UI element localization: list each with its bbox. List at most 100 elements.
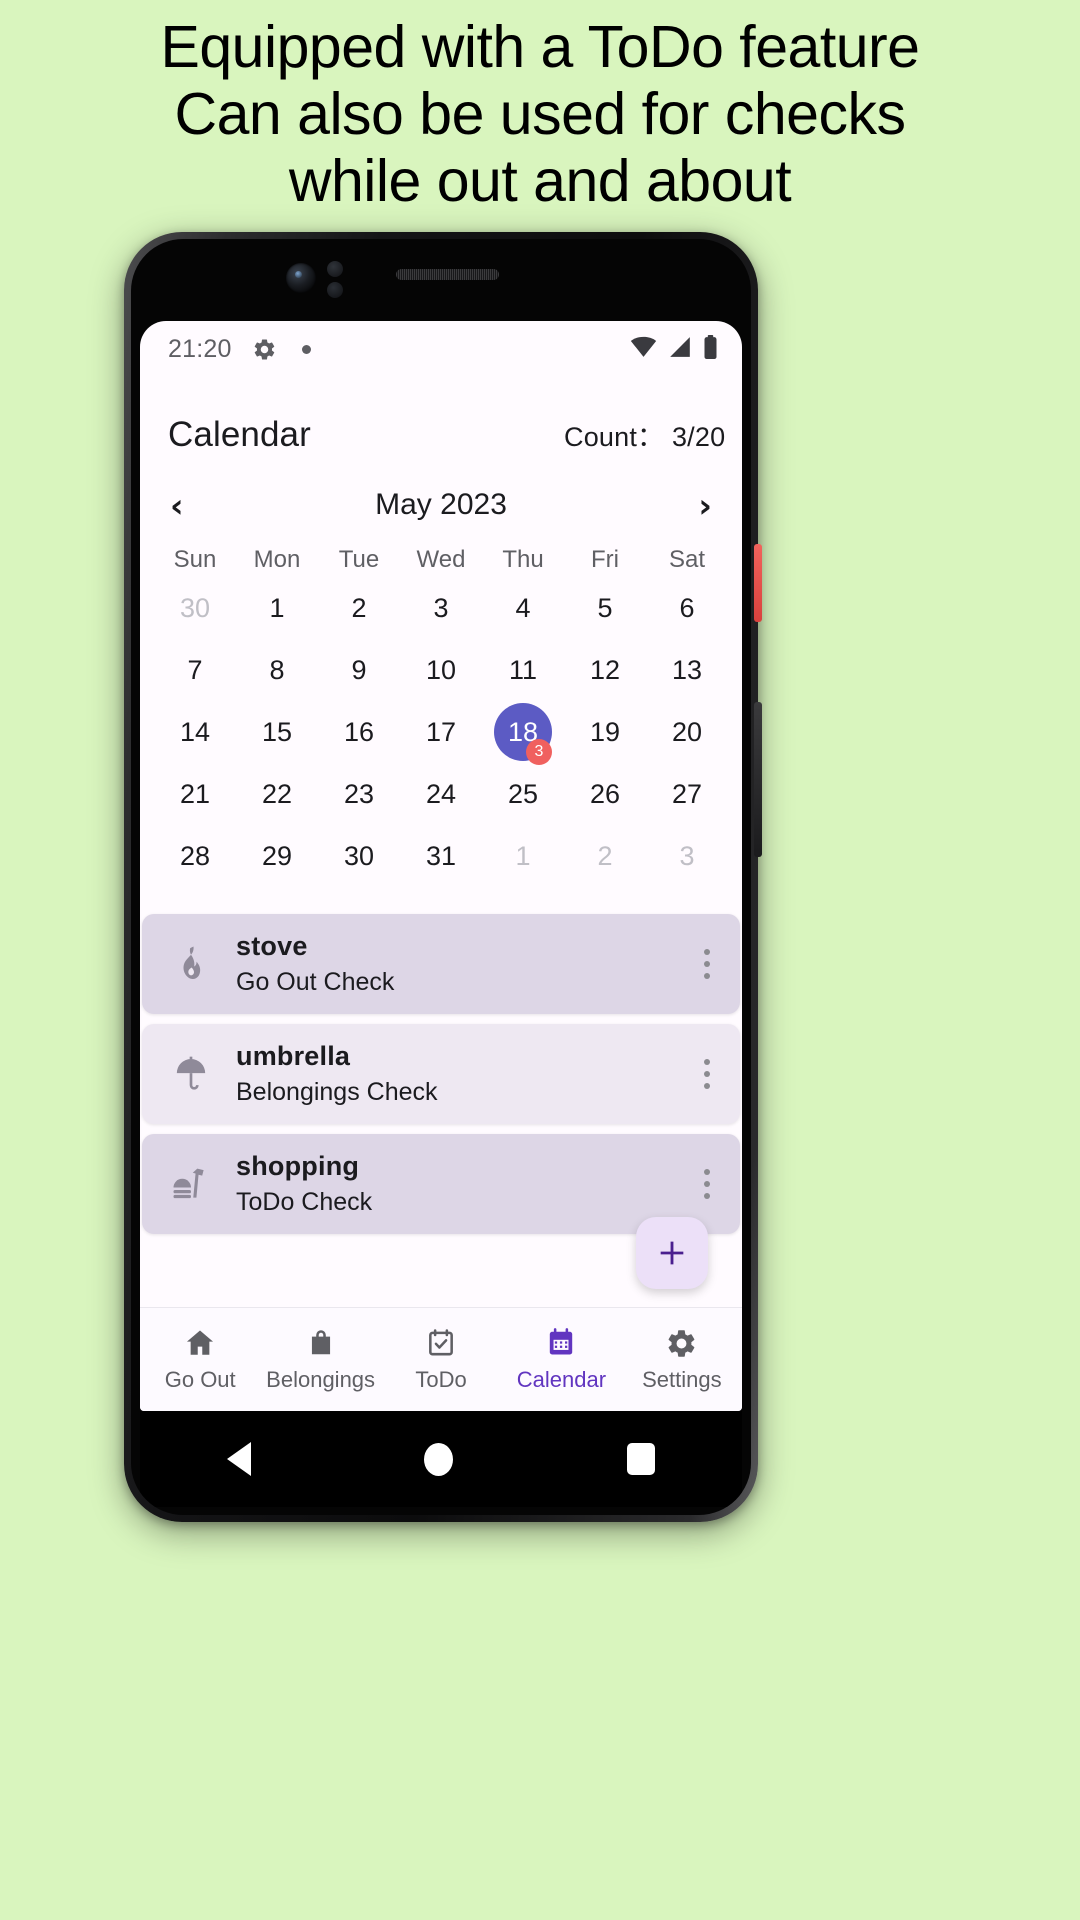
calendar-day-number: 8	[269, 654, 285, 685]
calendar-day-cell[interactable]: 2	[564, 828, 646, 884]
calendar-day-number: 29	[261, 840, 293, 871]
bottom-nav-item-todo[interactable]: ToDo	[381, 1326, 501, 1393]
bottom-navigation: Go Out Belongings ToDo Calendar Settings	[140, 1307, 742, 1411]
calendar-day-cell[interactable]: 20	[646, 704, 728, 760]
calendar-day-cell[interactable]: 14	[154, 704, 236, 760]
calendar-day-number: 5	[597, 592, 613, 623]
calendar-day-cell[interactable]: 8	[236, 642, 318, 698]
bag-icon	[305, 1326, 337, 1360]
calendar-day-cell[interactable]: 7	[154, 642, 236, 698]
calendar-day-number: 25	[507, 778, 539, 809]
home-icon	[183, 1326, 217, 1360]
calendar-day-number: 31	[425, 840, 457, 871]
calendar-day-cell[interactable]: 30	[318, 828, 400, 884]
promo-headline: Equipped with a ToDo feature Can also be…	[0, 14, 1080, 215]
calendar-day-number: 19	[589, 716, 621, 747]
calendar-day-cell[interactable]: 3	[400, 580, 482, 636]
event-text: umbrella Belongings Check	[222, 1041, 690, 1107]
calendar-day-cell[interactable]: 23	[318, 766, 400, 822]
calendar-day-cell[interactable]: 12	[564, 642, 646, 698]
weekday-header: Sun Mon Tue Wed Thu Fri Sat	[140, 546, 742, 574]
event-overflow-menu-icon[interactable]	[690, 1169, 724, 1199]
page-title: Calendar	[168, 415, 311, 454]
recents-square-icon[interactable]	[627, 1443, 656, 1475]
bottom-nav-item-calendar[interactable]: Calendar	[501, 1326, 621, 1393]
calendar-day-cell[interactable]: 4	[482, 580, 564, 636]
bottom-nav-label: Go Out	[164, 1367, 236, 1392]
calendar-day-cell[interactable]: 19	[564, 704, 646, 760]
weekday-label: Thu	[502, 546, 544, 573]
calendar-day-number: 13	[671, 654, 703, 685]
weekday-label: Tue	[338, 546, 380, 573]
calendar-day-cell[interactable]: 2	[318, 580, 400, 636]
prev-month-button[interactable]: ‹	[170, 489, 184, 522]
calendar-day-number: 4	[515, 592, 531, 623]
event-overflow-menu-icon[interactable]	[690, 1059, 724, 1089]
event-subtitle: Belongings Check	[236, 1078, 438, 1106]
day-event-count-badge: 3	[526, 739, 552, 765]
calendar-day-cell[interactable]: 26	[564, 766, 646, 822]
phone-frame: 21:20 Calendar Count： 3/20 ‹ May 2023 › …	[124, 232, 762, 1522]
calendar-day-cell[interactable]: 15	[236, 704, 318, 760]
event-card[interactable]: umbrella Belongings Check	[142, 1024, 740, 1124]
calendar-day-number: 1	[269, 592, 285, 623]
bottom-nav-label: Belongings	[266, 1367, 376, 1392]
event-subtitle: ToDo Check	[236, 1188, 373, 1216]
calendar-day-cell[interactable]: 21	[154, 766, 236, 822]
calendar-day-number: 7	[187, 654, 203, 685]
volume-button[interactable]	[754, 702, 762, 857]
calendar-day-cell[interactable]: 31	[400, 828, 482, 884]
calendar-day-cell[interactable]: 30	[154, 580, 236, 636]
calendar-day-cell[interactable]: 10	[400, 642, 482, 698]
headline-line-1: Equipped with a ToDo feature	[160, 14, 921, 80]
bottom-nav-item-go-out[interactable]: Go Out	[140, 1326, 260, 1393]
calendar-day-number: 21	[179, 778, 211, 809]
promo-page: Equipped with a ToDo feature Can also be…	[0, 0, 1080, 1920]
calendar-day-cell[interactable]: 3	[646, 828, 728, 884]
bottom-nav-item-settings[interactable]: Settings	[622, 1326, 742, 1393]
home-circle-icon[interactable]	[424, 1442, 454, 1476]
event-title: umbrella	[236, 1041, 351, 1071]
proximity-sensor-icon	[327, 261, 343, 277]
earpiece-speaker	[396, 269, 499, 280]
back-triangle-icon[interactable]	[226, 1442, 251, 1476]
bottom-nav-label: Settings	[642, 1367, 722, 1392]
calendar-day-number: 9	[351, 654, 367, 685]
calendar-day-cell[interactable]: 6	[646, 580, 728, 636]
headline-line-2: Can also be used for checks	[174, 81, 906, 147]
calendar-day-cell[interactable]: 24	[400, 766, 482, 822]
calendar-day-cell[interactable]: 13	[646, 642, 728, 698]
battery-icon	[703, 334, 718, 364]
calendar-day-number: 26	[589, 778, 621, 809]
calendar-day-cell[interactable]: 1	[482, 828, 564, 884]
calendar-day-cell[interactable]: 17	[400, 704, 482, 760]
calendar-day-cell[interactable]: 18 3	[482, 703, 564, 765]
event-title: shopping	[236, 1151, 360, 1181]
calendar-day-cell[interactable]: 27	[646, 766, 728, 822]
calendar-day-cell[interactable]: 25	[482, 766, 564, 822]
calendar-day-cell[interactable]: 22	[236, 766, 318, 822]
event-card[interactable]: stove Go Out Check	[142, 914, 740, 1014]
calendar-day-number: 10	[425, 654, 457, 685]
calendar-day-number: 12	[589, 654, 621, 685]
calendar-day-number: 15	[261, 716, 293, 747]
calendar-day-number: 22	[261, 778, 293, 809]
weekday-label: Sun	[173, 546, 217, 573]
bottom-nav-item-belongings[interactable]: Belongings	[260, 1326, 380, 1393]
power-button[interactable]	[754, 544, 762, 622]
add-button[interactable]	[636, 1217, 708, 1289]
weekday-label: Wed	[416, 546, 466, 573]
calendar-day-cell[interactable]: 11	[482, 642, 564, 698]
event-overflow-menu-icon[interactable]	[690, 949, 724, 979]
calendar-day-cell[interactable]: 1	[236, 580, 318, 636]
next-month-button[interactable]: ›	[698, 489, 712, 522]
calendar-day-cell[interactable]: 29	[236, 828, 318, 884]
calendar-day-cell[interactable]: 5	[564, 580, 646, 636]
calendar-day-cell[interactable]: 9	[318, 642, 400, 698]
calendar-day-cell[interactable]: 16	[318, 704, 400, 760]
status-bar: 21:20	[140, 321, 742, 377]
calendar-week-row: 14 15 16 17 18 3 19 20	[140, 703, 742, 765]
calendar-day-number: 11	[508, 654, 538, 685]
calendar-day-cell[interactable]: 28	[154, 828, 236, 884]
notification-dot-icon	[301, 344, 311, 354]
